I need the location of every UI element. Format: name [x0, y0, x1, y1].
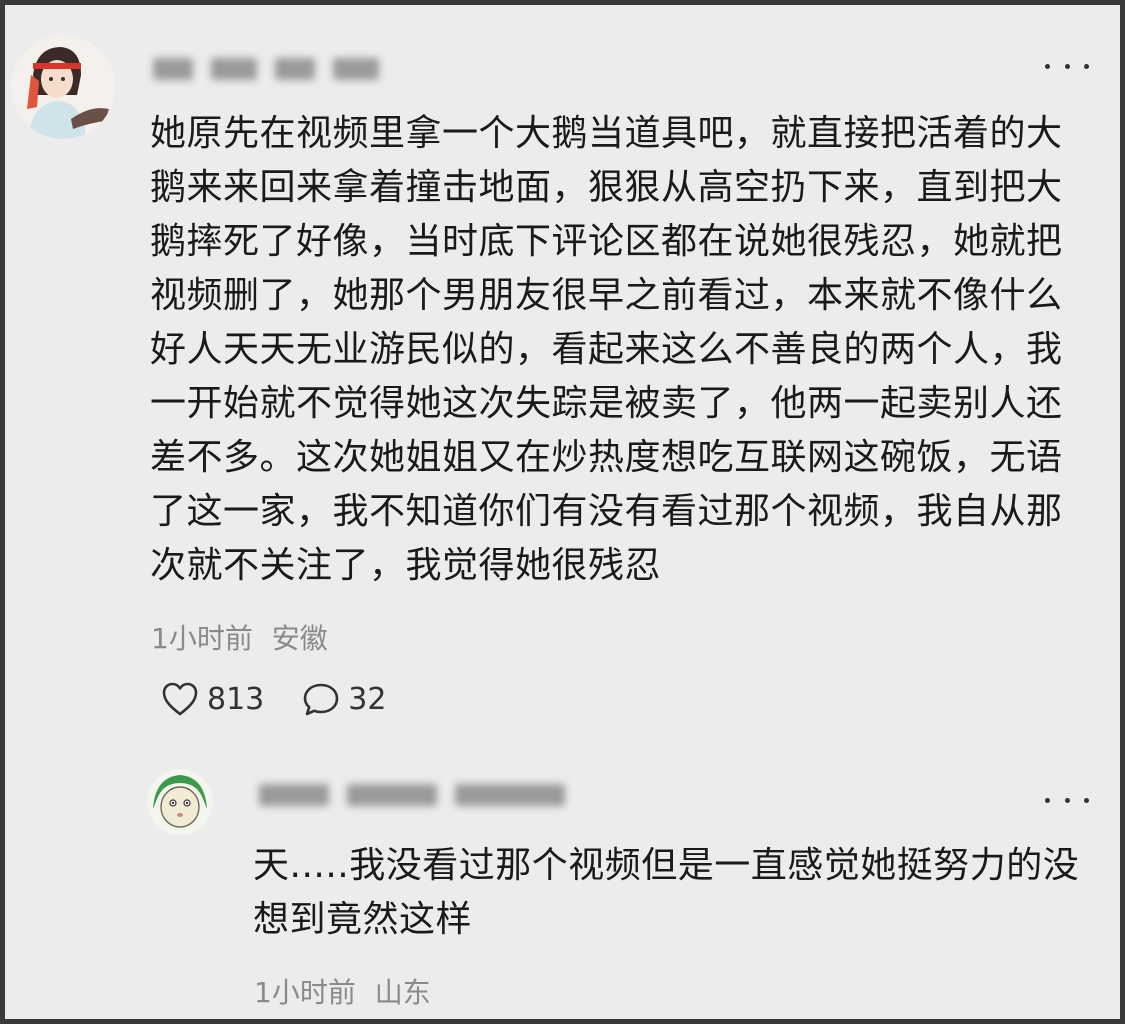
reply-time: 1小时前: [254, 976, 356, 1009]
avatar-illustration: [11, 35, 115, 139]
reply-location: 山东: [374, 976, 431, 1009]
reply-avatar[interactable]: [147, 769, 213, 835]
comment-location: 安徽: [271, 622, 328, 655]
avatar[interactable]: [11, 35, 115, 139]
comment-meta: 1小时前 安徽: [151, 617, 328, 657]
comment-time: 1小时前: [151, 622, 253, 655]
reply-count: 32: [348, 681, 387, 717]
screenshot-frame: 她原先在视频里拿一个大鹅当道具吧，就直接把活着的大鹅来来回来拿着撞击地面，狠狠从…: [0, 0, 1125, 1024]
reply-button[interactable]: 32: [302, 681, 386, 717]
heart-outline-icon: [162, 682, 198, 716]
username-blurred[interactable]: [153, 51, 379, 87]
reply-avatar-illustration: [147, 769, 213, 835]
reply-text: 天.....我没看过那个视频但是一直感觉她挺努力的没想到竟然这样: [253, 845, 1080, 940]
comment-actions: 813 32: [161, 681, 386, 717]
reply-username-blurred[interactable]: [259, 777, 565, 813]
comment-text: 她原先在视频里拿一个大鹅当道具吧，就直接把活着的大鹅来来回来拿着撞击地面，狠狠从…: [150, 113, 1063, 586]
more-horizontal-icon[interactable]: [1045, 785, 1089, 815]
more-horizontal-icon[interactable]: [1045, 51, 1089, 81]
like-button[interactable]: 813: [161, 681, 264, 717]
reply-meta: 1小时前 山东: [254, 971, 431, 1011]
speech-bubble-icon: [303, 683, 339, 716]
like-count: 813: [207, 681, 265, 717]
